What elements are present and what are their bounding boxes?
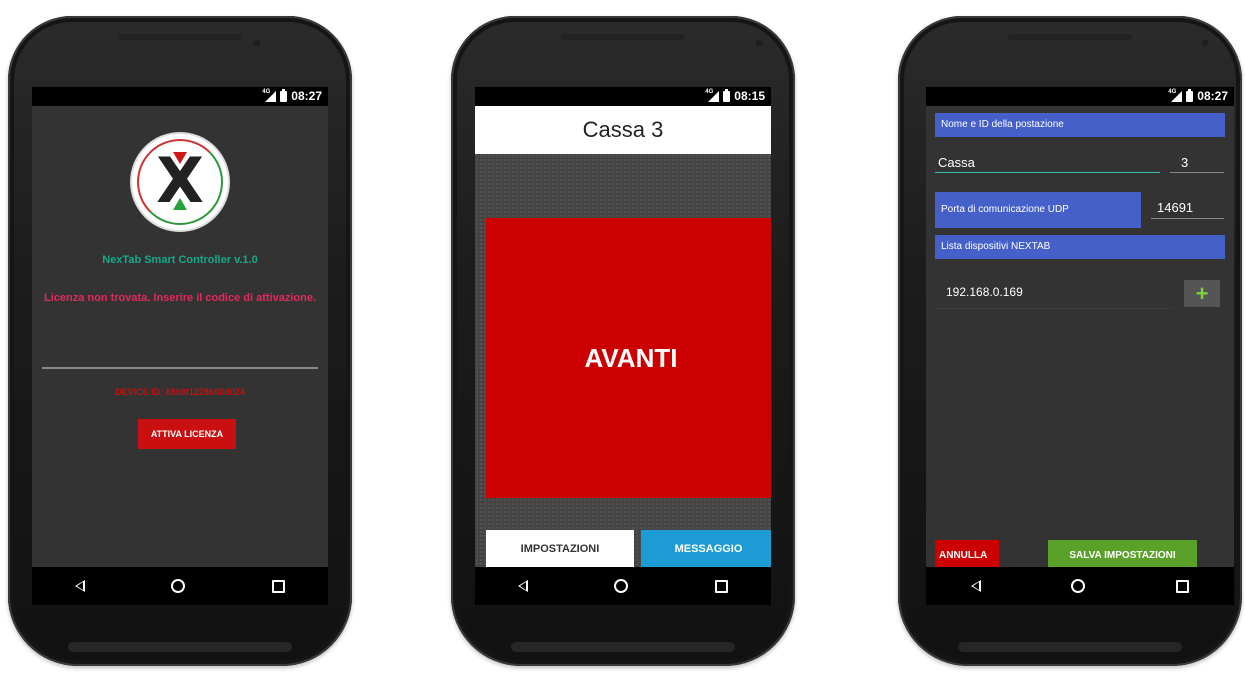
front-camera bbox=[252, 38, 262, 48]
home-icon[interactable] bbox=[1071, 579, 1086, 593]
license-message: Licenza non trovata. Inserire il codice … bbox=[43, 292, 317, 304]
station-name-underline bbox=[935, 172, 1160, 173]
station-title: Cassa 3 bbox=[475, 106, 771, 154]
udp-port-label: Porta di comunicazione UDP bbox=[935, 192, 1141, 228]
station-id-input[interactable]: 3 bbox=[1181, 155, 1188, 170]
speaker-grille bbox=[561, 34, 685, 40]
avanti-button[interactable]: AVANTI bbox=[486, 218, 771, 498]
divider bbox=[42, 367, 318, 369]
recent-apps-icon[interactable] bbox=[714, 579, 728, 593]
phone-license: 4G 08:27 X NexTab Smart Controller v.1.0… bbox=[8, 16, 352, 666]
device-ip-underline bbox=[935, 308, 1173, 309]
section-name-id: Nome e ID della postazione bbox=[935, 113, 1225, 137]
signal-icon: 4G bbox=[262, 89, 277, 102]
save-settings-button[interactable]: SALVA IMPOSTAZIONI bbox=[1048, 540, 1197, 570]
nav-bar bbox=[32, 567, 328, 605]
speaker-grille bbox=[1008, 34, 1132, 40]
udp-port-input[interactable]: 14691 bbox=[1157, 200, 1193, 215]
device-id: DEVICE ID: 8569f1228b60d024 bbox=[115, 387, 245, 397]
devices-section: Lista dispositivi NEXTAB bbox=[935, 235, 1225, 259]
status-time: 08:27 bbox=[291, 89, 322, 103]
udp-port-underline bbox=[1151, 218, 1224, 219]
app-title: NexTab Smart Controller v.1.0 bbox=[102, 254, 258, 266]
activate-license-button[interactable]: ATTIVA LICENZA bbox=[138, 419, 236, 449]
battery-icon bbox=[1186, 88, 1194, 102]
status-bar: 4G 08:27 bbox=[926, 87, 1234, 106]
nav-bar bbox=[926, 567, 1234, 605]
recent-apps-icon[interactable] bbox=[271, 579, 285, 593]
back-icon[interactable] bbox=[75, 580, 86, 592]
home-icon[interactable] bbox=[614, 579, 629, 593]
add-device-button[interactable]: + bbox=[1184, 280, 1220, 307]
device-ip-item[interactable]: 192.168.0.169 bbox=[946, 285, 1023, 299]
speaker-grille bbox=[118, 34, 242, 40]
screen-main: 4G 08:15 Cassa 3 AVANTI IMPOSTAZIONI MES… bbox=[475, 87, 771, 605]
station-name-input[interactable]: Cassa bbox=[938, 155, 975, 170]
battery-icon bbox=[280, 88, 288, 102]
home-icon[interactable] bbox=[171, 579, 186, 593]
nav-bar bbox=[475, 567, 771, 605]
phone-settings: 4G 08:27 Nome e ID della postazione Cass… bbox=[898, 16, 1242, 666]
signal-icon: 4G bbox=[1168, 89, 1183, 102]
cancel-button[interactable]: ANNULLA bbox=[935, 540, 999, 570]
front-camera bbox=[754, 38, 764, 48]
message-button[interactable]: MESSAGGIO bbox=[641, 530, 771, 567]
screen-license: 4G 08:27 X NexTab Smart Controller v.1.0… bbox=[32, 87, 328, 605]
recent-apps-icon[interactable] bbox=[1175, 579, 1189, 593]
nextab-logo: X bbox=[132, 134, 228, 230]
phone-main: 4G 08:15 Cassa 3 AVANTI IMPOSTAZIONI MES… bbox=[451, 16, 795, 666]
signal-icon: 4G bbox=[705, 89, 720, 102]
station-id-underline bbox=[1170, 172, 1224, 173]
battery-icon bbox=[723, 88, 731, 102]
screen-settings: 4G 08:27 Nome e ID della postazione Cass… bbox=[926, 87, 1234, 605]
status-time: 08:15 bbox=[734, 89, 765, 103]
front-camera bbox=[1200, 38, 1210, 48]
back-icon[interactable] bbox=[971, 580, 982, 592]
status-bar: 4G 08:27 bbox=[32, 87, 328, 106]
back-icon[interactable] bbox=[518, 580, 529, 592]
settings-button[interactable]: IMPOSTAZIONI bbox=[486, 530, 634, 567]
status-time: 08:27 bbox=[1197, 89, 1228, 103]
status-bar: 4G 08:15 bbox=[475, 87, 771, 106]
